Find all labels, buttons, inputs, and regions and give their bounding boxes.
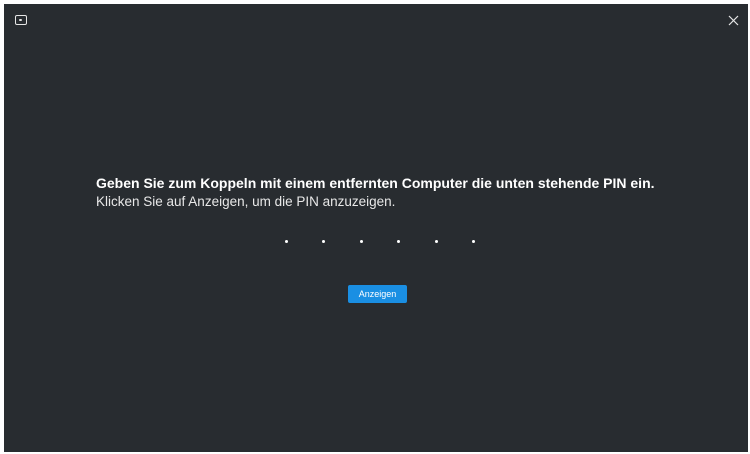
screen-share-icon [15, 15, 27, 25]
pin-digit-masked [285, 240, 288, 243]
pin-display [285, 238, 475, 246]
close-icon [728, 15, 739, 26]
pin-digit-masked [434, 240, 438, 243]
close-button[interactable] [724, 11, 744, 31]
pin-digit-masked [322, 240, 326, 243]
show-pin-button[interactable]: Anzeigen [348, 285, 407, 303]
pin-digit-masked [397, 240, 401, 243]
pairing-window [4, 4, 748, 452]
page-title: Geben Sie zum Koppeln mit einem entfernt… [96, 175, 655, 191]
pin-digit-masked [471, 240, 475, 243]
pairing-instructions: Geben Sie zum Koppeln mit einem entfernt… [96, 174, 730, 211]
pin-digit-masked [359, 240, 363, 243]
instruction-text: Klicken Sie auf Anzeigen, um die PIN anz… [96, 194, 396, 209]
